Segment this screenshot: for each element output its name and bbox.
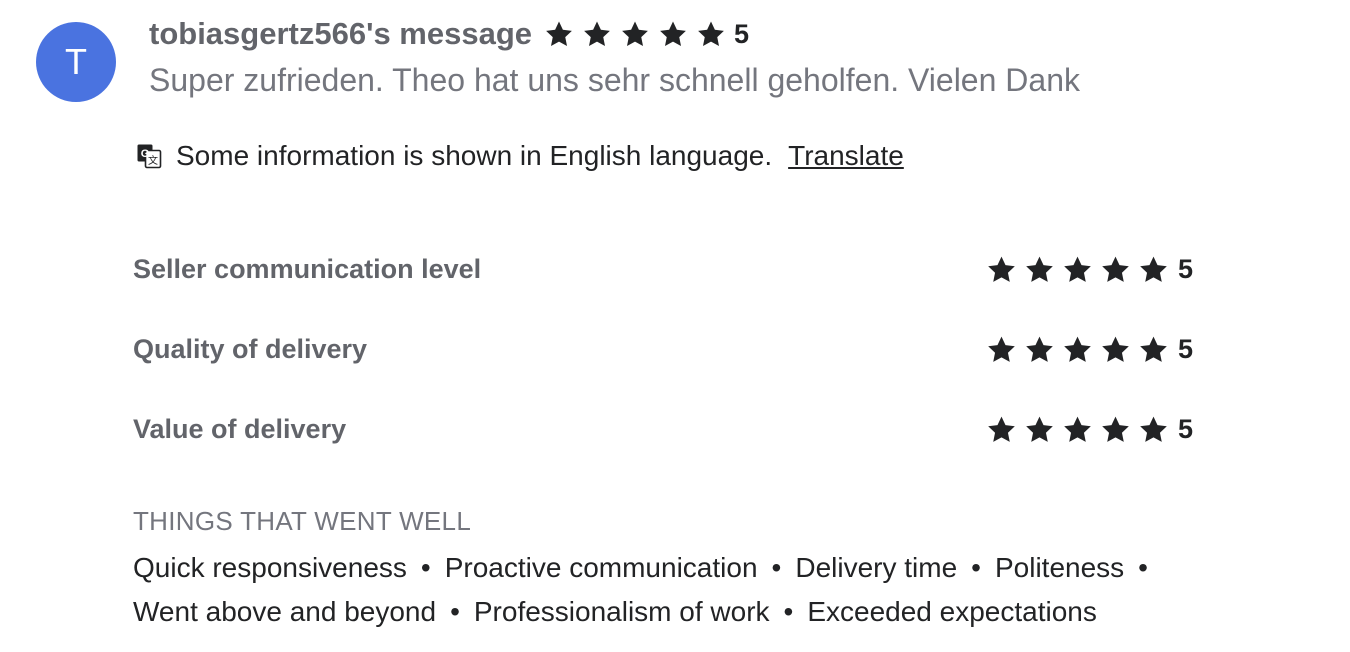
overall-rating-stars	[544, 19, 734, 49]
star-icon	[546, 21, 572, 46]
star-icon	[1102, 416, 1129, 442]
went-well-tag: Politeness	[994, 552, 1125, 583]
avatar: T	[36, 22, 116, 102]
reviewer-username: tobiasgertz566's message	[149, 16, 533, 51]
tag-separator: •	[450, 596, 460, 627]
star-icon	[1026, 256, 1053, 282]
translation-notice-text: Some information is shown in English lan…	[176, 140, 773, 171]
criteria-row-quality: Quality of delivery 5	[133, 329, 1193, 369]
criteria-rating-value: 5	[1177, 413, 1193, 444]
star-icon	[1140, 336, 1167, 362]
criteria-rating-stars	[986, 254, 1176, 285]
went-well-tag: Went above and beyond	[133, 596, 437, 627]
tag-separator: •	[971, 552, 981, 583]
things-went-well-title: THINGS THAT WENT WELL	[133, 506, 472, 536]
star-icon	[584, 21, 610, 46]
star-icon	[1064, 256, 1091, 282]
translate-icon: G 文	[137, 144, 162, 169]
criteria-rating-stars	[986, 414, 1176, 445]
star-icon	[988, 336, 1015, 362]
tag-separator: •	[783, 596, 794, 627]
avatar-letter: T	[65, 41, 87, 82]
svg-text:文: 文	[148, 154, 158, 167]
star-icon	[1064, 416, 1091, 442]
tag-separator: •	[420, 552, 431, 583]
review-message: Super zufrieden. Theo hat uns sehr schne…	[149, 62, 1080, 98]
star-icon	[1140, 416, 1167, 442]
star-icon	[698, 21, 724, 46]
criteria-rating-stars	[986, 334, 1176, 365]
criteria-row-value: Value of delivery 5	[133, 409, 1193, 449]
criteria-label: Seller communication level	[133, 253, 482, 284]
criteria-rating-value: 5	[1177, 333, 1193, 364]
tag-separator: •	[771, 552, 782, 583]
overall-rating-value: 5	[734, 18, 750, 49]
went-well-tag: Quick responsiveness	[133, 552, 407, 583]
star-icon	[988, 256, 1015, 282]
went-well-tag: Proactive communication	[444, 552, 758, 583]
star-icon	[1102, 336, 1129, 362]
translate-link[interactable]: Translate	[788, 140, 904, 172]
criteria-row-communication: Seller communication level 5	[133, 249, 1193, 289]
criteria-label: Value of delivery	[133, 413, 347, 444]
criteria-rating-value: 5	[1177, 253, 1193, 284]
went-well-tags: Quick responsiveness • Proactive communica…	[133, 546, 1273, 634]
review-header: tobiasgertz566's message 5	[149, 14, 749, 54]
star-icon	[1102, 256, 1129, 282]
star-icon	[1026, 416, 1053, 442]
tags-line: Went above and beyond • Professionalism of…	[133, 590, 1273, 634]
criteria-label: Quality of delivery	[133, 333, 368, 364]
star-icon	[1026, 336, 1053, 362]
tags-line: Quick responsiveness • Proactive communica…	[133, 546, 1273, 590]
star-icon	[622, 21, 648, 46]
star-icon	[988, 416, 1015, 442]
went-well-tag: Delivery time	[795, 552, 958, 583]
star-icon	[1140, 256, 1167, 282]
went-well-tag: Professionalism of work	[473, 596, 770, 627]
star-icon	[660, 21, 686, 46]
went-well-tag: Exceeded expectations	[807, 596, 1097, 627]
tag-separator: •	[1138, 552, 1148, 583]
star-icon	[1064, 336, 1091, 362]
translation-notice: G 文 Some information is shown in English…	[136, 136, 904, 176]
